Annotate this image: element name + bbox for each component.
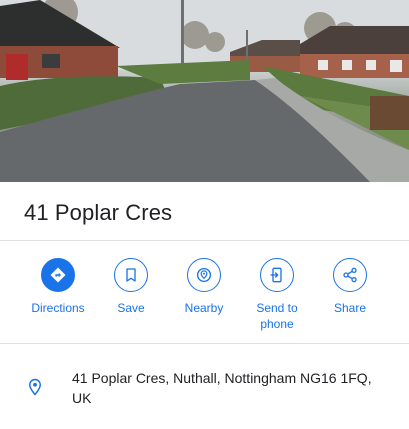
place-panel: 41 Poplar Cres Directions Save Nearby Se… [0, 0, 409, 429]
street-view-photo[interactable] [0, 0, 409, 182]
save-label: Save [117, 301, 145, 315]
place-title: 41 Poplar Cres [24, 200, 173, 225]
share-button[interactable]: Share [314, 258, 386, 316]
nearby-label: Nearby [184, 301, 224, 315]
street-view-image [0, 0, 409, 182]
nearby-icon [187, 258, 221, 292]
address-text: 41 Poplar Cres, Nuthall, Nottingham NG16… [72, 370, 372, 406]
title-section: 41 Poplar Cres [0, 182, 409, 241]
directions-icon [41, 258, 75, 292]
send-to-phone-button[interactable]: Send to phone [241, 258, 313, 332]
bookmark-icon [114, 258, 148, 292]
save-button[interactable]: Save [95, 258, 167, 316]
location-pin-icon [26, 376, 44, 403]
send-to-phone-icon [260, 258, 294, 292]
directions-button[interactable]: Directions [22, 258, 94, 316]
share-label: Share [333, 301, 367, 315]
nearby-button[interactable]: Nearby [168, 258, 240, 316]
directions-label: Directions [31, 301, 85, 315]
share-icon [333, 258, 367, 292]
action-bar: Directions Save Nearby Send to phone Sha… [0, 242, 409, 344]
address-row[interactable]: 41 Poplar Cres, Nuthall, Nottingham NG16… [0, 344, 409, 429]
send-to-phone-label: Send to phone [256, 301, 298, 331]
